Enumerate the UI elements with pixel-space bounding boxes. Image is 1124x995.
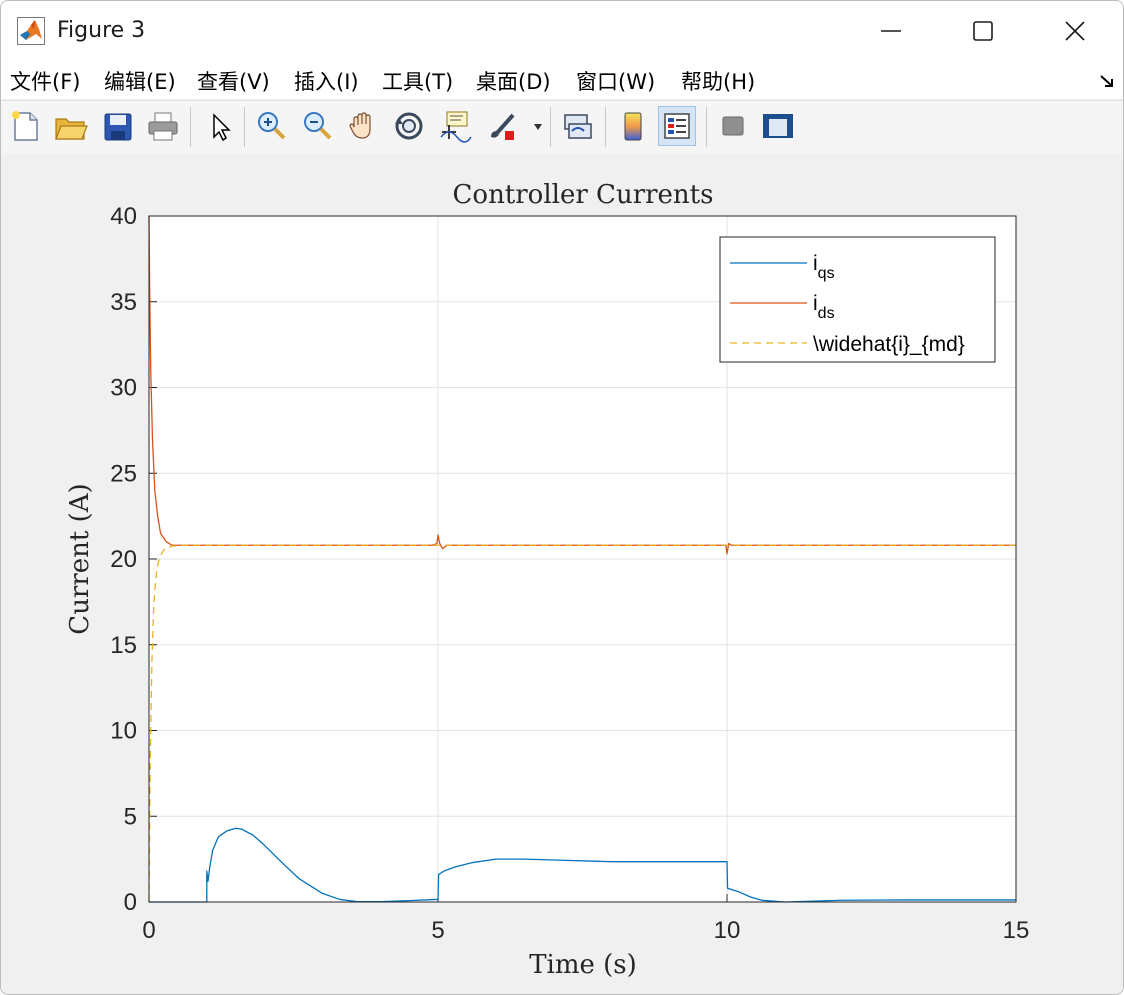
toolbar-separator: [706, 107, 707, 147]
menu-bar: 文件(F) 编辑(E) 查看(V) 插入(I) 工具(T) 桌面(D) 窗口(W…: [1, 61, 1123, 99]
y-tick-label: 20: [110, 546, 137, 573]
open-file-icon: [55, 118, 88, 140]
maximize-icon: [973, 21, 993, 41]
y-tick-label: 25: [110, 460, 137, 487]
menu-help[interactable]: 帮助(H): [681, 66, 755, 96]
hide-plot-tools-icon: [722, 116, 744, 136]
y-tick-label: 5: [124, 803, 137, 830]
y-tick-label: 30: [110, 375, 137, 402]
open-file-button[interactable]: [53, 107, 89, 145]
close-button[interactable]: [1029, 1, 1121, 61]
zoom-in-icon: [258, 112, 286, 140]
legend-label-imd: \widehat{i}_{md}: [813, 333, 965, 356]
figure-toolbar: [1, 100, 1123, 154]
x-tick-label: 10: [714, 917, 741, 944]
zoom-out-icon: [304, 112, 332, 140]
x-tick-label: 15: [1003, 917, 1030, 944]
toolbar-separator: [550, 107, 551, 147]
pan-button[interactable]: [345, 107, 381, 145]
toolbar-separator: [190, 107, 191, 147]
menu-insert[interactable]: 插入(I): [294, 66, 359, 96]
x-tick-label: 5: [431, 917, 444, 944]
plot-area[interactable]: 0 5 10 15 0 5 10 15 20 25 30 35 40 Controller Curre…: [1, 153, 1123, 994]
link-plot-button[interactable]: [560, 107, 596, 145]
figure-window: Figure 3 文件(F) 编辑(E) 查看(V) 插入(I) 工具(T) 桌…: [0, 0, 1124, 995]
show-plot-tools-icon: [763, 114, 793, 138]
x-axis-label: Time (s): [529, 950, 637, 980]
brush-dropdown-icon[interactable]: [533, 123, 543, 131]
minimize-icon: [881, 30, 901, 32]
minimize-button[interactable]: [845, 1, 937, 61]
brush-button[interactable]: [485, 107, 521, 145]
rotate-3d-icon: [395, 112, 423, 140]
y-tick-labels: 0 5 10 15 20 25 30 35 40: [110, 203, 137, 916]
show-plot-tools-button[interactable]: [760, 107, 796, 145]
y-tick-label: 10: [110, 718, 137, 745]
print-icon: [148, 112, 178, 141]
y-tick-label: 0: [124, 889, 137, 916]
menu-tools[interactable]: 工具(T): [382, 66, 453, 96]
rotate-3d-button[interactable]: [391, 107, 427, 145]
chart-title: Controller Currents: [453, 180, 714, 210]
menu-desktop[interactable]: 桌面(D): [476, 66, 551, 96]
zoom-in-button[interactable]: [253, 107, 289, 145]
new-figure-icon: [12, 111, 38, 141]
menu-edit[interactable]: 编辑(E): [104, 66, 176, 96]
save-button[interactable]: [100, 107, 136, 145]
menu-view[interactable]: 查看(V): [197, 66, 270, 96]
hide-plot-tools-button[interactable]: [715, 107, 751, 145]
toolbar-separator: [605, 107, 606, 147]
maximize-button[interactable]: [937, 1, 1029, 61]
matlab-logo-icon: [17, 17, 45, 45]
y-tick-label: 40: [110, 203, 137, 230]
link-plot-icon: [564, 114, 592, 139]
window-title: Figure 3: [57, 18, 146, 43]
legend-button[interactable]: [658, 106, 696, 146]
y-axis-label: Current (A): [65, 483, 95, 634]
toolbar-separator: [244, 107, 245, 147]
edit-plot-button[interactable]: [202, 107, 238, 145]
figure-canvas: 0 5 10 15 0 5 10 15 20 25 30 35 40 Controller Curre…: [1, 153, 1123, 994]
close-icon: [1065, 21, 1085, 41]
y-tick-label: 35: [110, 289, 137, 316]
data-cursor-icon: [440, 111, 472, 143]
legend-icon: [664, 113, 690, 139]
x-tick-label: 0: [142, 917, 155, 944]
colorbar-icon: [624, 112, 642, 141]
dock-arrow-icon[interactable]: [1099, 73, 1115, 89]
x-tick-labels: 0 5 10 15: [142, 917, 1029, 944]
colorbar-button[interactable]: [615, 107, 651, 145]
title-bar: Figure 3: [1, 1, 1123, 61]
print-button[interactable]: [145, 107, 181, 145]
menu-file[interactable]: 文件(F): [10, 66, 80, 96]
pan-icon: [349, 112, 371, 139]
menu-window[interactable]: 窗口(W): [576, 66, 655, 96]
legend[interactable]: iqs ids \widehat{i}_{md}: [719, 236, 996, 363]
pointer-icon: [213, 113, 231, 142]
brush-icon: [491, 113, 515, 140]
save-icon: [104, 113, 132, 141]
zoom-out-button[interactable]: [299, 107, 335, 145]
new-figure-button[interactable]: [8, 107, 44, 145]
y-tick-label: 15: [110, 632, 137, 659]
data-cursor-button[interactable]: [437, 107, 473, 145]
